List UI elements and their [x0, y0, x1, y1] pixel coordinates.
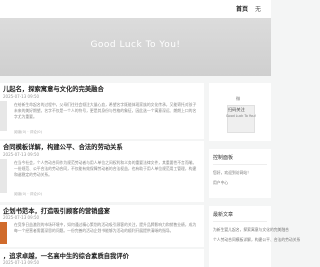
- qr-label: 微: [236, 96, 241, 101]
- post-meta: 2025-07-13 09:50: [3, 94, 40, 99]
- post-thumbnail[interactable]: [0, 159, 7, 193]
- post-meta: 2025-07-13 09:50: [3, 260, 40, 265]
- post-excerpt: 在当今社会，个人劳动合同作为规范劳动者与用人单位之间权利和义务的重要法律文件，其…: [14, 160, 197, 178]
- recent-post-link-1[interactable]: 为新生婴儿起名，探索寓意与文化的完美融合: [213, 227, 289, 233]
- post-meta: 2025-07-13 09:50: [3, 215, 40, 220]
- recent-post-link-2[interactable]: 个人劳动合同模板详解，构建公平、合法的劳动关系: [213, 237, 300, 243]
- control-panel-title: 控制面板: [213, 155, 234, 161]
- post-footer: 阅读(0) · 评论(0): [14, 130, 42, 134]
- post-card-3[interactable]: 企划书范本，打造吸引顾客的营销盛宴 2025-07-13 09:50 在竞争日益…: [0, 205, 204, 247]
- post-excerpt: 在给新生命起名的过程中，父母们往往会倾注大量心血，希望名字既能体现家族的文化传承…: [14, 102, 197, 120]
- recent-posts-card: 最新文章 为新生婴儿起名，探索寓意与文化的完美融合 个人劳动合同模板详解，构建公…: [209, 206, 300, 267]
- post-title[interactable]: 儿起名，探索寓意与文化的完美融合: [3, 84, 104, 93]
- hero-title: Good Luck To You!: [90, 40, 181, 50]
- post-card-4[interactable]: ，追求卓越，一名高中生的综合素质自我评价 2025-07-13 09:50: [0, 249, 204, 267]
- control-panel-card: 控制面板 您好，欢迎到访网站！ 用户中心: [209, 149, 271, 198]
- post-footer: 阅读(0) · 评论(0): [14, 192, 42, 196]
- control-link-welcome[interactable]: 您好，欢迎到访网站！: [213, 170, 251, 176]
- nav-item-more[interactable]: 无: [255, 4, 261, 13]
- nav-item-home[interactable]: 首页: [236, 4, 248, 13]
- post-card-2[interactable]: 合同模板详解，构建公平、合法的劳动关系 2025-07-13 09:50 在当今…: [0, 141, 204, 202]
- qr-title: 扫码关注: [228, 107, 245, 112]
- post-title[interactable]: 企划书范本，打造吸引顾客的营销盛宴: [3, 206, 110, 215]
- post-title[interactable]: ，追求卓越，一名高中生的综合素质自我评价: [3, 251, 129, 260]
- recent-posts-title: 最新文章: [213, 212, 234, 218]
- hero-banner: Good Luck To You!: [0, 18, 271, 76]
- post-thumbnail[interactable]: [0, 222, 7, 244]
- post-title[interactable]: 合同模板详解，构建公平、合法的劳动关系: [3, 142, 123, 151]
- qr-slogan: Good Luck To You!: [226, 114, 256, 118]
- post-card-1[interactable]: 儿起名，探索寓意与文化的完美融合 2025-07-13 09:50 在给新生命起…: [0, 83, 204, 139]
- post-thumbnail[interactable]: [0, 101, 7, 131]
- post-meta: 2025-07-13 09:50: [3, 152, 40, 157]
- divider: [213, 221, 267, 222]
- top-nav: 首页 无: [0, 0, 271, 18]
- post-excerpt: 在竞争日益激烈的市场环境中，如何通过精心策划的活动吸引顾客的关注，提升品牌影响力…: [14, 222, 197, 234]
- divider: [213, 164, 267, 165]
- control-link-user-center[interactable]: 用户中心: [213, 180, 228, 186]
- qr-card: 微 扫码关注 Good Luck To You!: [209, 83, 271, 141]
